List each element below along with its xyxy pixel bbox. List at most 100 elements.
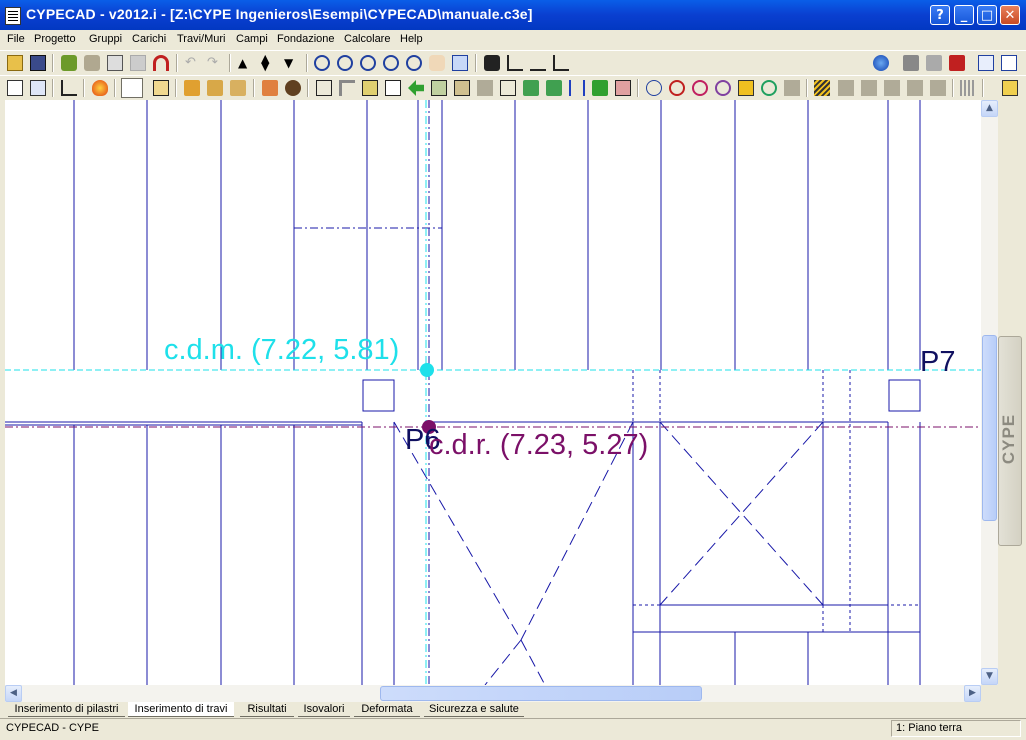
floor-edit-icon[interactable] (30, 80, 46, 96)
floor-list-icon[interactable] (7, 80, 23, 96)
scroll-right-arrow[interactable]: ▶ (964, 685, 981, 702)
floor-down-icon[interactable]: ▼ (284, 55, 300, 71)
floor-select-icon[interactable]: ▲ ▼ (261, 53, 277, 72)
tab-risultati[interactable]: Risultati (240, 702, 294, 717)
menu-progetto[interactable]: Progetto (34, 33, 76, 45)
menu-travi-muri[interactable]: Travi/Muri (177, 33, 225, 45)
section-icon[interactable] (615, 80, 631, 96)
disabled-d-icon (907, 80, 923, 96)
warning-icon[interactable] (692, 80, 708, 96)
redraw-icon[interactable] (452, 55, 468, 71)
zoom-all-icon[interactable] (337, 55, 353, 71)
grid-icon[interactable] (107, 55, 123, 71)
pan-hand-icon[interactable] (429, 55, 445, 71)
column-p6-box (362, 379, 395, 412)
scroll-down-arrow[interactable]: ▼ (981, 668, 998, 685)
zoom-previous-icon[interactable] (360, 55, 376, 71)
side-panel: CYPE (998, 100, 1026, 685)
cype-side-tab[interactable]: CYPE (998, 336, 1022, 546)
menu-fondazione[interactable]: Fondazione (277, 33, 335, 45)
beam-new-icon[interactable] (184, 80, 200, 96)
magnet-icon[interactable] (153, 55, 169, 71)
reassign-icon[interactable] (546, 80, 562, 96)
title-bar: CYPECAD - v2012.i - [Z:\CYPE Ingenieros\… (0, 0, 1026, 30)
orthogonal-icon[interactable] (530, 55, 546, 71)
tab-sicurezza-salute[interactable]: Sicurezza e salute (424, 702, 524, 717)
vertical-scroll-thumb[interactable] (982, 335, 997, 521)
vertical-scrollbar[interactable]: ▲ ▼ (981, 100, 998, 685)
drawing-canvas[interactable]: c.d.m. (7.22, 5.81) P7 P6 c.d.r. (7.23, … (5, 100, 981, 685)
move-icon[interactable] (408, 80, 424, 96)
undo-icon: ↶ (185, 55, 196, 70)
assign-icon[interactable] (523, 80, 539, 96)
wall-icon[interactable] (262, 80, 278, 96)
grid-disabled-icon (130, 55, 146, 71)
center-of-mass-marker (420, 363, 434, 377)
beam-copy-icon[interactable] (230, 80, 246, 96)
join-icon[interactable] (592, 80, 608, 96)
horizontal-scroll-thumb[interactable] (380, 686, 702, 701)
zoom-in-icon[interactable] (383, 55, 399, 71)
menu-campi[interactable]: Campi (236, 33, 268, 45)
disabled-b-icon (861, 80, 877, 96)
tab-inserimento-travi[interactable]: Inserimento di travi (128, 702, 234, 717)
menu-carichi[interactable]: Carichi (132, 33, 166, 45)
binoculars-icon[interactable] (484, 55, 500, 71)
maximize-button[interactable]: □ (977, 5, 997, 25)
angle-icon[interactable] (553, 55, 569, 71)
cype-side-label: CYPE (999, 413, 1018, 465)
window-float-icon[interactable] (1001, 55, 1017, 71)
check-icon[interactable] (646, 80, 662, 96)
printer-setup-icon[interactable] (926, 55, 942, 71)
error-icon[interactable] (669, 80, 685, 96)
tab-deformata[interactable]: Deformata (354, 702, 420, 717)
align-icon[interactable] (454, 80, 470, 96)
scroll-left-arrow[interactable]: ◀ (5, 685, 22, 702)
dimension-icon[interactable] (569, 80, 585, 96)
menu-file[interactable]: File (7, 33, 25, 45)
slab-diagonals (393, 421, 824, 685)
stairs-icon[interactable] (61, 80, 77, 96)
column-mode-icon[interactable] (121, 78, 143, 98)
foundation-icon[interactable] (285, 80, 301, 96)
save-icon[interactable] (30, 55, 46, 71)
fire-icon[interactable] (92, 80, 108, 96)
menu-help[interactable]: Help (400, 33, 423, 45)
edit-icon[interactable] (362, 80, 378, 96)
layers-icon[interactable] (814, 80, 830, 96)
center-of-rigidity-label: c.d.r. (7.23, 5.27) (429, 429, 649, 461)
print-icon[interactable] (903, 55, 919, 71)
settings-icon[interactable] (1002, 80, 1018, 96)
scroll-up-arrow[interactable]: ▲ (981, 100, 998, 117)
tab-isovalori[interactable]: Isovalori (298, 702, 350, 717)
close-button[interactable]: ✕ (1000, 5, 1020, 25)
copy-icon[interactable] (339, 80, 355, 96)
open-icon[interactable] (7, 55, 23, 71)
zoom-out-icon[interactable] (406, 55, 422, 71)
tab-inserimento-pilastri[interactable]: Inserimento di pilastri (8, 702, 125, 717)
menu-calcolare[interactable]: Calcolare (344, 33, 390, 45)
beam-lines (5, 100, 921, 685)
globe-icon[interactable] (873, 55, 889, 71)
info-icon[interactable] (500, 80, 516, 96)
box-3d-icon[interactable] (153, 80, 169, 96)
group-icon[interactable] (61, 55, 77, 71)
menu-gruppi[interactable]: Gruppi (89, 33, 122, 45)
minimize-button[interactable]: _ (954, 5, 974, 25)
floor-up-icon[interactable]: ▲ (238, 55, 254, 71)
export-icon[interactable] (949, 55, 965, 71)
beam-edit-icon[interactable] (207, 80, 223, 96)
new-element-icon[interactable] (316, 80, 332, 96)
stop-icon[interactable] (715, 80, 731, 96)
app-icon[interactable] (5, 7, 21, 25)
zoom-window-icon[interactable] (314, 55, 330, 71)
floor-plan-drawing (5, 100, 981, 685)
snap-icon[interactable] (507, 55, 523, 71)
delete-icon[interactable] (385, 80, 401, 96)
horizontal-scrollbar[interactable]: ◀ ▶ (5, 685, 981, 702)
link-icon[interactable] (761, 80, 777, 96)
adjust-icon[interactable] (431, 80, 447, 96)
layout-toggle-icon[interactable] (978, 55, 994, 71)
lock-icon[interactable] (738, 80, 754, 96)
help-button[interactable]: ? (930, 5, 950, 25)
